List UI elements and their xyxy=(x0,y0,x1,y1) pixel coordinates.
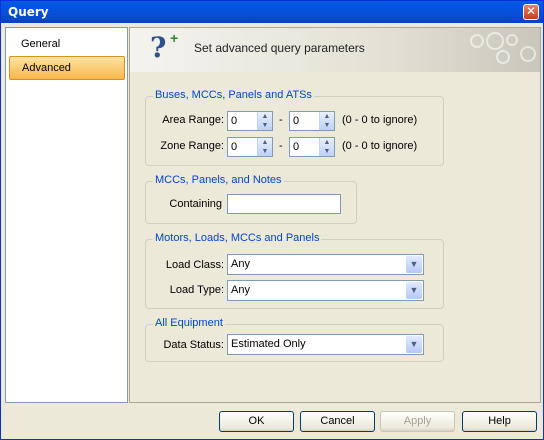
decoration-circle xyxy=(496,50,510,64)
containing-label: Containing xyxy=(169,198,222,210)
cancel-button[interactable]: Cancel xyxy=(300,411,375,432)
area-to-input[interactable] xyxy=(290,112,320,130)
decoration-circle xyxy=(506,34,518,46)
window-title: Query xyxy=(8,5,49,19)
equipment-group: All Equipment Data Status: Estimated Onl… xyxy=(145,317,444,362)
load-type-select[interactable]: Any ▼ xyxy=(227,280,424,301)
data-status-select[interactable]: Estimated Only ▼ xyxy=(227,334,424,355)
chevron-down-icon[interactable]: ▼ xyxy=(406,256,422,273)
question-icon: ? xyxy=(150,31,167,64)
zone-from-spinner[interactable]: ▲▼ xyxy=(227,137,273,157)
group-legend: Buses, MCCs, Panels and ATSs xyxy=(153,89,314,101)
panel-header: ? + Set advanced query parameters xyxy=(130,28,540,72)
load-type-value: Any xyxy=(231,284,250,296)
decoration-circle xyxy=(520,46,536,62)
sidebar-item-general[interactable]: General xyxy=(9,33,125,57)
zone-to-input[interactable] xyxy=(290,138,320,156)
zone-from-input[interactable] xyxy=(228,138,258,156)
title-bar[interactable]: Query ✕ xyxy=(1,1,543,23)
data-status-value: Estimated Only xyxy=(231,338,306,350)
load-class-value: Any xyxy=(231,258,250,270)
load-type-label: Load Type: xyxy=(169,284,224,296)
zone-range-label: Zone Range: xyxy=(160,140,224,152)
decoration-circle xyxy=(470,34,484,48)
area-note: (0 - 0 to ignore) xyxy=(342,114,418,126)
group-legend: Motors, Loads, MCCs and Panels xyxy=(153,232,322,244)
panel-title: Set advanced query parameters xyxy=(194,41,365,55)
area-from-spinner[interactable]: ▲▼ xyxy=(227,111,273,131)
sidebar-item-label: Advanced xyxy=(22,62,71,74)
area-range-label: Area Range: xyxy=(162,114,224,126)
chevron-down-icon[interactable]: ▼ xyxy=(406,336,422,353)
sidebar: General Advanced xyxy=(5,27,128,403)
containing-field[interactable] xyxy=(227,194,341,214)
load-class-select[interactable]: Any ▼ xyxy=(227,254,424,275)
range-dash: - xyxy=(279,114,283,126)
zone-note: (0 - 0 to ignore) xyxy=(342,140,418,152)
apply-button[interactable]: Apply xyxy=(380,411,455,432)
plus-icon: + xyxy=(170,30,179,46)
buses-group: Buses, MCCs, Panels and ATSs Area Range:… xyxy=(145,89,444,166)
area-to-spinner[interactable]: ▲▼ xyxy=(289,111,335,131)
ok-button[interactable]: OK xyxy=(219,411,294,432)
load-class-label: Load Class: xyxy=(165,259,224,271)
decoration-circle xyxy=(486,32,504,50)
query-dialog: Query ✕ General Advanced ? + Set advance… xyxy=(0,0,544,440)
sidebar-item-advanced[interactable]: Advanced xyxy=(9,56,125,80)
close-icon: ✕ xyxy=(525,4,537,18)
sidebar-item-label: General xyxy=(21,38,61,50)
range-dash: - xyxy=(279,140,283,152)
help-button[interactable]: Help xyxy=(462,411,537,432)
group-legend: MCCs, Panels, and Notes xyxy=(153,174,284,186)
spin-arrows-icon[interactable]: ▲ ▼ xyxy=(319,138,334,156)
spin-arrows-icon[interactable]: ▲ ▼ xyxy=(257,138,272,156)
spin-arrows-icon[interactable]: ▲ ▼ xyxy=(257,112,272,130)
area-from-input[interactable] xyxy=(228,112,258,130)
data-status-label: Data Status: xyxy=(163,339,224,351)
chevron-down-icon[interactable]: ▼ xyxy=(406,282,422,299)
spin-arrows-icon[interactable]: ▲ ▼ xyxy=(319,112,334,130)
motors-group: Motors, Loads, MCCs and Panels Load Clas… xyxy=(145,232,444,309)
notes-group: MCCs, Panels, and Notes Containing xyxy=(145,174,357,224)
advanced-panel: ? + Set advanced query parameters Buses,… xyxy=(129,27,541,403)
group-legend: All Equipment xyxy=(153,317,225,329)
close-button[interactable]: ✕ xyxy=(523,4,539,20)
zone-to-spinner[interactable]: ▲▼ xyxy=(289,137,335,157)
